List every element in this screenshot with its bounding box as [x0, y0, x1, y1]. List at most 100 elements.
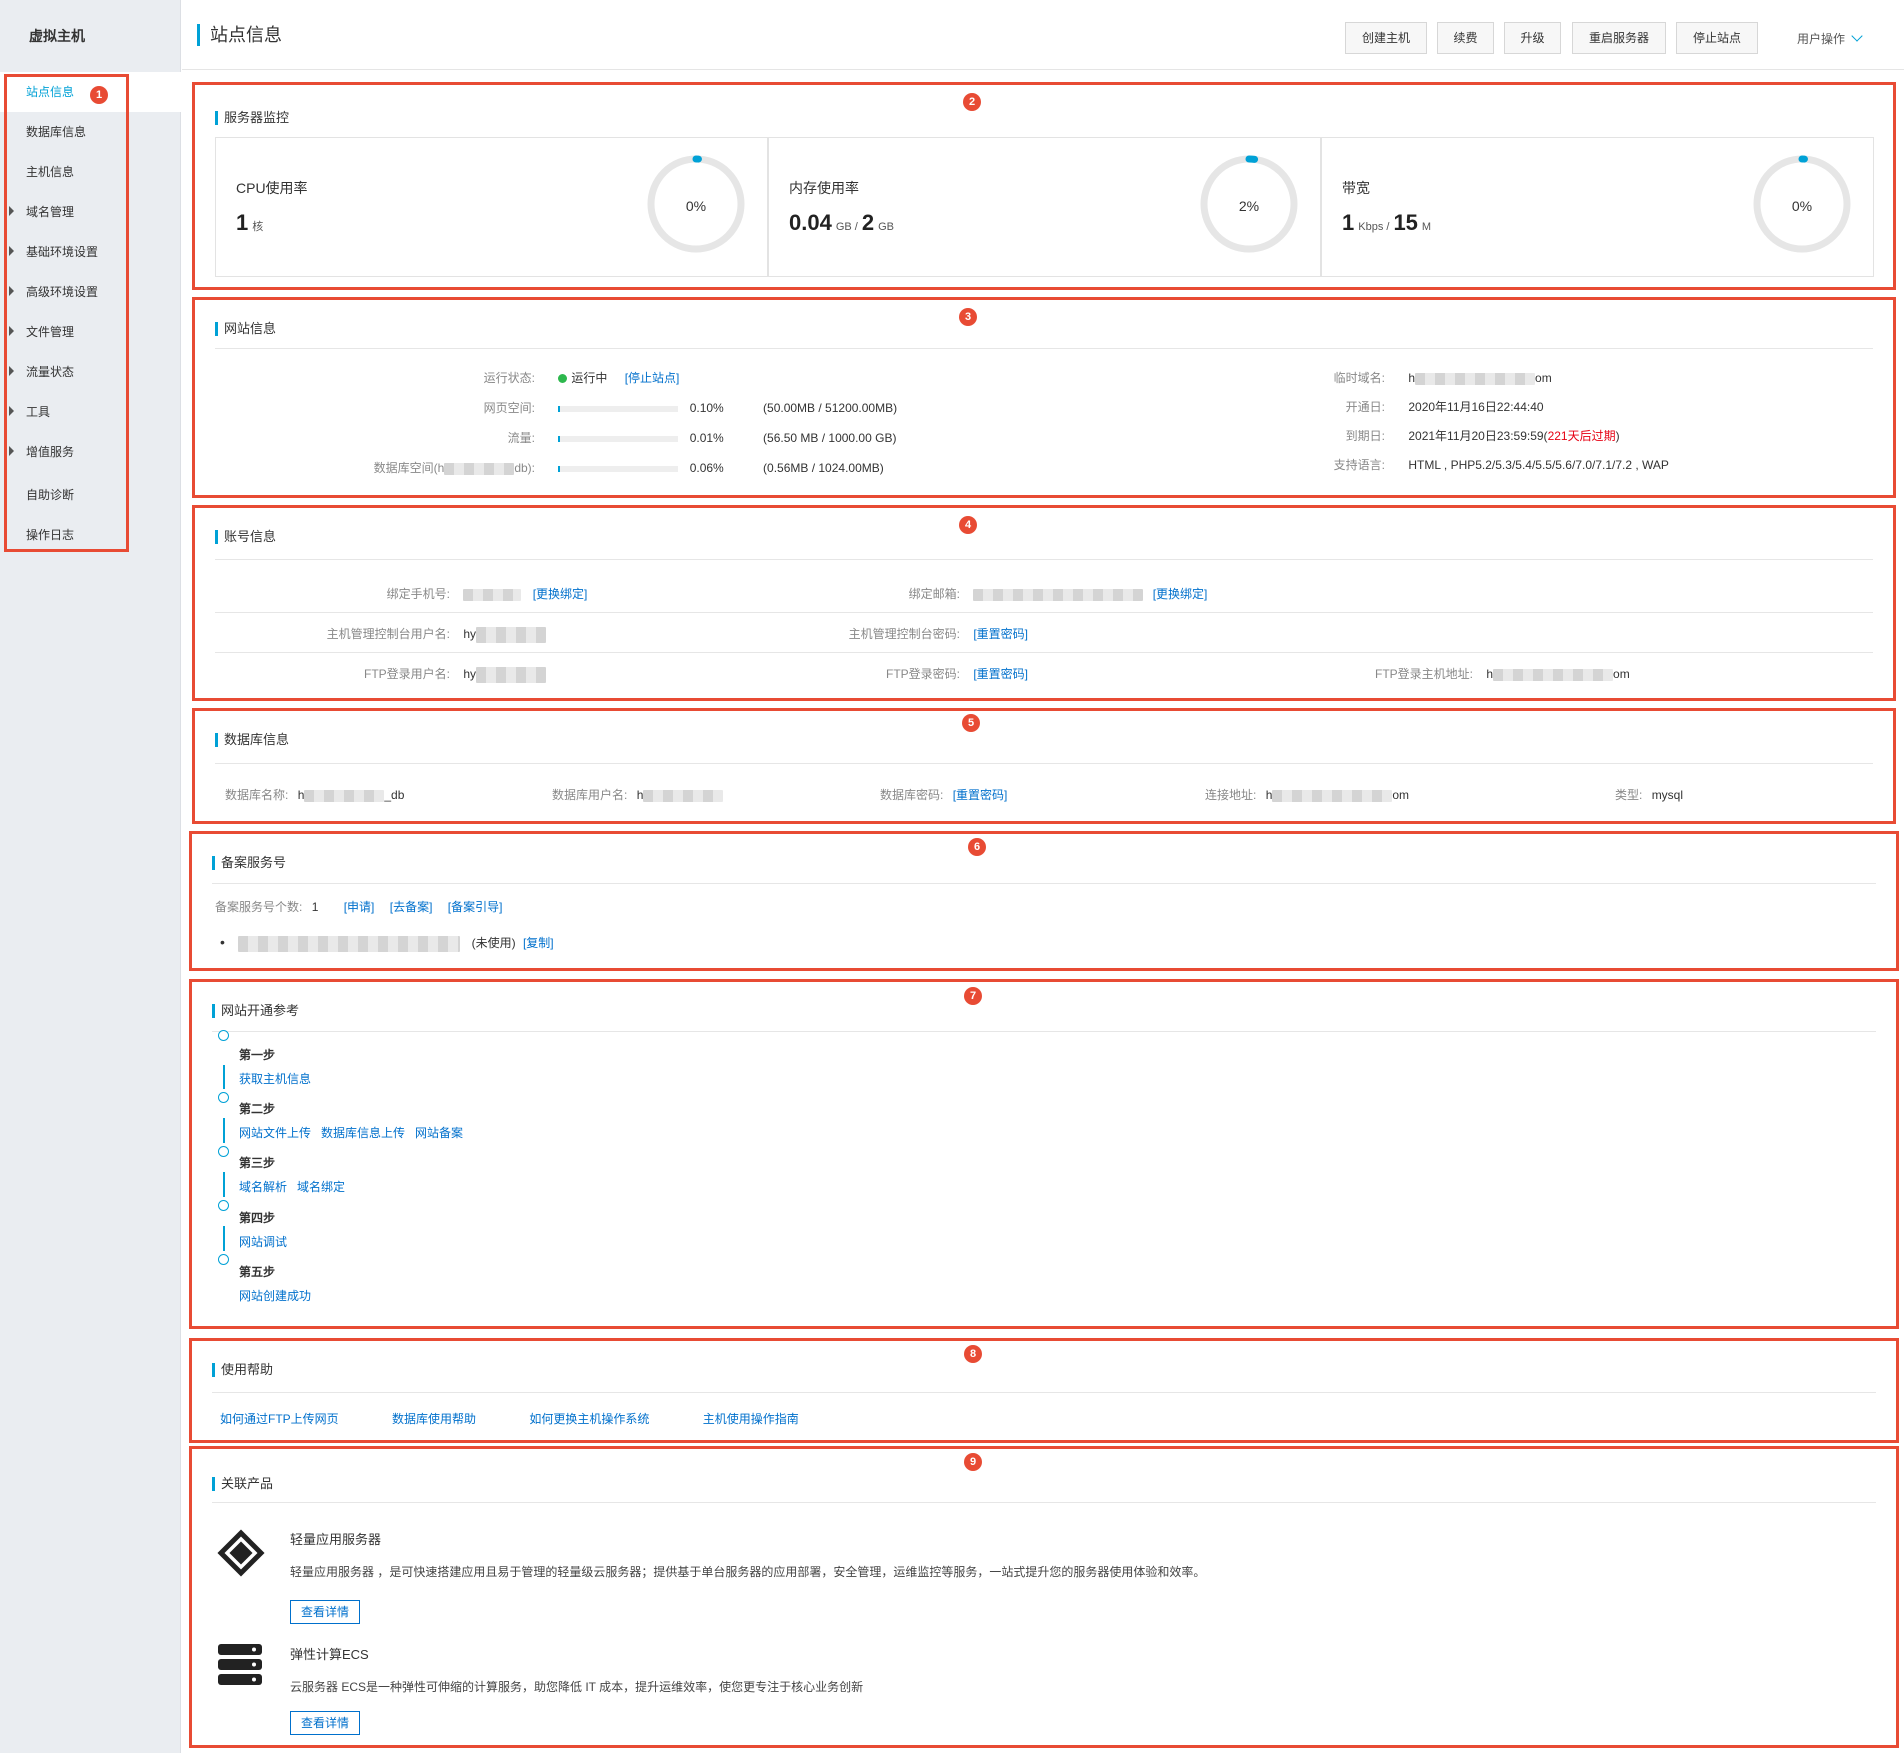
product-name: 轻量应用服务器	[290, 1532, 382, 1547]
product-description: 轻量应用服务器 ，是可快速搭建应用且易于管理的轻量级云服务器；提供基于单台服务器…	[290, 1565, 1206, 1579]
memory-value: 0.04 GB /2 GB	[789, 210, 898, 236]
step-title: 第三步	[239, 1156, 276, 1170]
view-details-button[interactable]: 查看详情	[290, 1711, 360, 1735]
bandwidth-value: 1 Kbps /15 M	[1342, 210, 1435, 236]
memory-used: 0.04	[789, 210, 832, 235]
divider	[215, 559, 1873, 560]
bandwidth-card: 带宽 1 Kbps /15 M 0%	[1321, 137, 1874, 277]
console-user-prefix: hy	[463, 627, 477, 641]
bandwidth-label: 带宽	[1342, 180, 1370, 196]
step-title: 第四步	[239, 1211, 276, 1225]
apply-beian-link[interactable]: [申请]	[344, 900, 375, 914]
open-date-row: 开通日: 2020年11月16日22:44:40	[1285, 399, 1544, 415]
step-connector	[223, 1118, 225, 1143]
run-status-row: 运行状态: 运行中 [停止站点]	[335, 370, 680, 386]
related-products-section: 9 关联产品 轻量应用服务器 轻量应用服务器 ，是可快速搭建应用且易于管理的轻量…	[189, 1446, 1899, 1748]
sidebar: 虚拟主机 站点信息 数据库信息 主机信息 域名管理 基础环境设置 高级环境设置 …	[0, 0, 181, 1753]
bandwidth-used-unit: Kbps /	[1358, 221, 1390, 233]
reset-console-password-link[interactable]: [重置密码]	[973, 627, 1028, 641]
host-guide-link[interactable]: 主机使用操作指南	[703, 1412, 799, 1426]
ftp-password-row: FTP登录密码: [重置密码]	[780, 666, 1028, 682]
console-user-label: 主机管理控制台用户名:	[326, 627, 450, 641]
traffic-detail: (56.50 MB / 1000.00 GB)	[763, 431, 897, 445]
step-links: 网站文件上传 数据库信息上传 网站备案	[239, 1124, 473, 1141]
db-space-bar	[558, 465, 679, 472]
open-date-value: 2020年11月16日22:44:40	[1408, 400, 1544, 414]
step-marker	[218, 1146, 229, 1157]
db-user-row: 数据库用户名: h	[552, 787, 724, 803]
beian-guide-link[interactable]: [备案引导]	[448, 900, 503, 914]
site-info-section: 3 网站信息 运行状态: 运行中 [停止站点] 网页空间: 0.10% (50.…	[192, 297, 1896, 498]
upload-site-files-link[interactable]: 网站文件上传	[239, 1126, 311, 1140]
step-links: 域名解析 域名绑定	[239, 1178, 355, 1195]
step-links: 网站调试	[239, 1233, 297, 1250]
copy-beian-link[interactable]: [复制]	[523, 936, 554, 950]
go-beian-link[interactable]: [去备案]	[390, 900, 433, 914]
db-name-suffix: _db	[384, 788, 405, 802]
reset-db-password-link[interactable]: [重置密码]	[953, 788, 1008, 802]
redacted-text	[463, 588, 522, 601]
annotation-badge: 6	[968, 838, 986, 856]
memory-percent: 2%	[1238, 198, 1260, 214]
chevron-down-icon	[1851, 30, 1863, 42]
section-title: 关联产品	[212, 1477, 273, 1491]
running-status-dot	[558, 374, 568, 384]
temp-domain-label: 临时域名:	[1333, 371, 1385, 385]
step-marker	[218, 1254, 229, 1265]
db-space-label: 数据库空间(h	[373, 461, 445, 475]
step-title: 第一步	[239, 1048, 276, 1062]
console-password-row: 主机管理控制台密码: [重置密码]	[780, 626, 1028, 642]
ftp-upload-help-link[interactable]: 如何通过FTP上传网页	[220, 1412, 339, 1426]
change-phone-link[interactable]: [更换绑定]	[533, 587, 588, 601]
get-host-info-link[interactable]: 获取主机信息	[239, 1072, 311, 1086]
site-debug-link[interactable]: 网站调试	[239, 1235, 287, 1249]
domain-bind-link[interactable]: 域名绑定	[297, 1180, 345, 1194]
step-title: 第二步	[239, 1102, 276, 1116]
upload-db-info-link[interactable]: 数据库信息上传	[321, 1126, 405, 1140]
ftp-user-row: FTP登录用户名: hy	[235, 666, 547, 683]
expire-date-value: 2021年11月20日23:59:59(	[1408, 429, 1548, 443]
page-header: 站点信息 创建主机 续费 升级 重启服务器 停止站点 用户操作	[182, 0, 1904, 70]
db-type-row: 类型: mysql	[1615, 787, 1683, 803]
memory-card: 内存使用率 0.04 GB /2 GB 2%	[768, 137, 1321, 277]
user-ops-dropdown[interactable]: 用户操作	[1797, 30, 1863, 47]
cube-logo-icon	[217, 1529, 265, 1577]
bandwidth-used: 1	[1342, 210, 1355, 235]
restart-server-button[interactable]: 重启服务器	[1572, 22, 1666, 54]
change-email-link[interactable]: [更换绑定]	[1153, 587, 1208, 601]
dns-resolve-link[interactable]: 域名解析	[239, 1180, 287, 1194]
site-created-link[interactable]: 网站创建成功	[239, 1289, 311, 1303]
change-os-help-link[interactable]: 如何更换主机操作系统	[529, 1412, 649, 1426]
server-monitor-section: 2 服务器监控 CPU使用率 1核 0% 内存使用率 0.04 GB /2 GB 2…	[192, 82, 1896, 290]
section-title: 数据库信息	[215, 733, 289, 747]
stop-site-link[interactable]: [停止站点]	[625, 371, 680, 385]
step-connector	[223, 1172, 225, 1197]
divider	[215, 612, 1873, 613]
reset-ftp-password-link[interactable]: [重置密码]	[973, 667, 1028, 681]
site-beian-link[interactable]: 网站备案	[415, 1126, 463, 1140]
annotation-badge: 2	[963, 93, 981, 111]
renew-button[interactable]: 续费	[1437, 22, 1494, 54]
traffic-bar	[558, 435, 679, 442]
section-title: 服务器监控	[215, 111, 289, 125]
create-host-button[interactable]: 创建主机	[1345, 22, 1427, 54]
web-space-row: 网页空间: 0.10% (50.00MB / 51200.00MB)	[335, 400, 897, 416]
section-title: 账号信息	[215, 530, 276, 544]
redacted-text	[1493, 668, 1614, 681]
db-name-label: 数据库名称:	[225, 788, 289, 802]
cpu-label: CPU使用率	[236, 180, 308, 196]
db-help-link[interactable]: 数据库使用帮助	[392, 1412, 476, 1426]
redacted-text	[973, 588, 1144, 601]
temp-domain-suffix: om	[1535, 371, 1552, 385]
section-title: 网站开通参考	[212, 1004, 299, 1018]
annotation-badge: 7	[964, 987, 982, 1005]
step-links: 获取主机信息	[239, 1070, 321, 1087]
view-details-button[interactable]: 查看详情	[290, 1600, 360, 1624]
highlight-box-sidebar	[4, 74, 129, 552]
upgrade-button[interactable]: 升级	[1504, 22, 1561, 54]
db-host-prefix: h	[1265, 788, 1273, 802]
db-user-label: 数据库用户名:	[552, 788, 628, 802]
stop-site-button[interactable]: 停止站点	[1676, 22, 1758, 54]
step-marker	[218, 1200, 229, 1211]
setup-guide-section: 7 网站开通参考 第一步 获取主机信息 第二步 网站文件上传 数据库信息上传 网站备…	[189, 979, 1899, 1329]
